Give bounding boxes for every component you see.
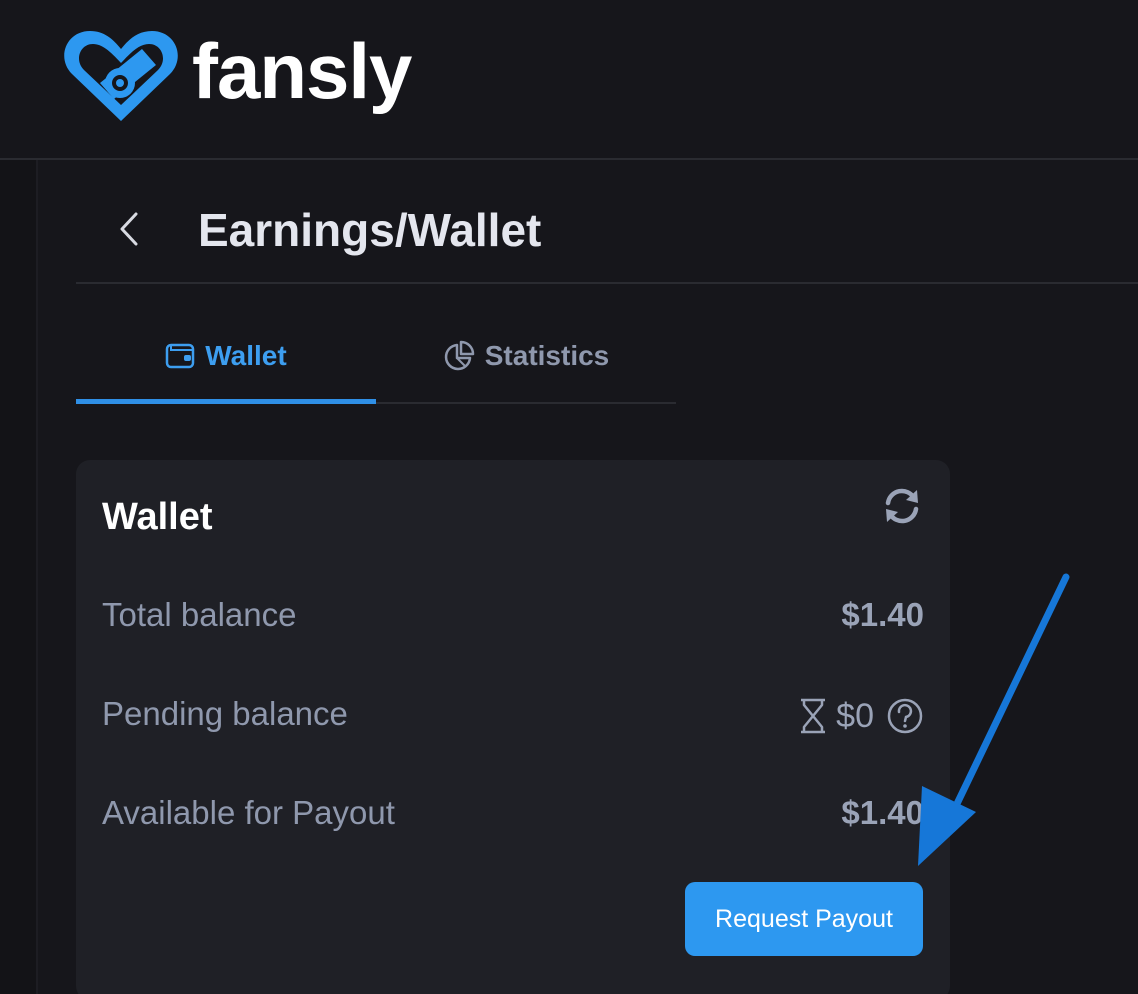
pending-balance-label: Pending balance bbox=[102, 695, 348, 732]
available-payout-value: $1.40 bbox=[841, 794, 924, 831]
chevron-left-icon bbox=[120, 212, 138, 246]
request-payout-button[interactable]: Request Payout bbox=[685, 882, 923, 956]
refresh-icon bbox=[885, 488, 919, 524]
active-tab-indicator bbox=[76, 399, 376, 404]
pending-balance-value: $0 bbox=[836, 696, 874, 735]
wallet-icon bbox=[166, 343, 195, 369]
fansly-logo-icon[interactable] bbox=[60, 25, 182, 125]
available-payout-label: Available for Payout bbox=[102, 794, 395, 831]
sidebar-shade bbox=[0, 160, 36, 994]
site-header: fansly bbox=[0, 0, 1138, 160]
tab-wallet[interactable]: Wallet bbox=[76, 310, 376, 402]
wallet-card: Wallet Total balance $1.40 Pending balan… bbox=[76, 460, 950, 994]
total-balance-value: $1.40 bbox=[841, 596, 924, 633]
content-border bbox=[36, 160, 38, 994]
page-title: Earnings/Wallet bbox=[198, 204, 542, 256]
pie-chart-icon bbox=[444, 340, 474, 371]
tab-statistics[interactable]: Statistics bbox=[376, 310, 676, 402]
card-title: Wallet bbox=[102, 496, 213, 538]
brand-name: fansly bbox=[192, 27, 412, 115]
question-icon[interactable] bbox=[886, 697, 924, 735]
total-balance-label: Total balance bbox=[102, 596, 297, 633]
pending-balance-group: $0 bbox=[798, 693, 924, 739]
tab-bar: Wallet Statistics bbox=[76, 310, 676, 404]
page: fansly Earnings/Wallet Wallet Statistics bbox=[0, 0, 1138, 994]
hourglass-icon bbox=[801, 698, 826, 734]
tab-wallet-label: Wallet bbox=[205, 340, 287, 371]
title-divider bbox=[76, 282, 1138, 284]
refresh-button[interactable] bbox=[880, 486, 924, 526]
back-button[interactable] bbox=[106, 204, 152, 254]
tab-statistics-label: Statistics bbox=[484, 340, 610, 371]
